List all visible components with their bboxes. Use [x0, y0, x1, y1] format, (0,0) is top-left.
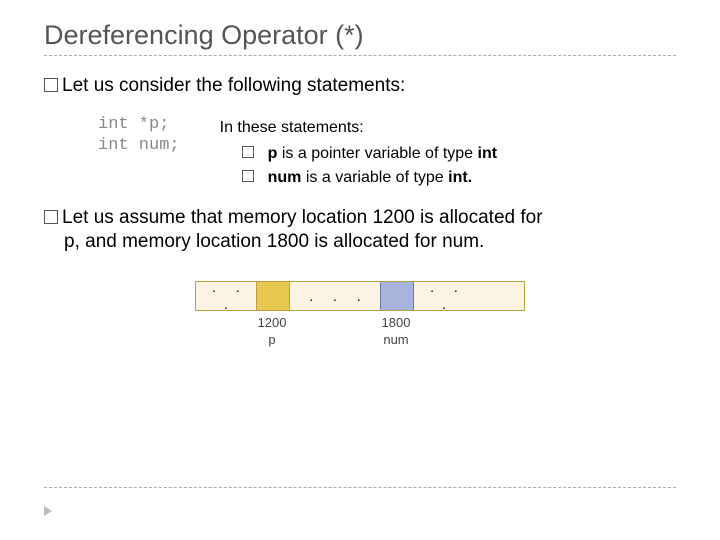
code-and-explain-row: int *p; int num; In these statements: p …: [44, 114, 676, 190]
item1-mid: is a pointer variable of type: [277, 145, 477, 162]
mem-cell-num: [380, 282, 414, 310]
bullet-2: Let us assume that memory location 1200 …: [44, 206, 676, 254]
mem-dots-mid: . . .: [290, 282, 380, 310]
bullet-1-prefix: Let: [62, 75, 88, 96]
checkbox-icon: [242, 146, 254, 158]
checkbox-icon: [44, 210, 58, 224]
item2-type: int.: [448, 169, 472, 186]
name-num: num: [379, 332, 413, 348]
code-line-1: int *p;: [98, 115, 169, 134]
in-these-header: In these statements:: [220, 116, 497, 140]
name-p: p: [255, 332, 289, 348]
item2-mid: is a variable of type: [301, 169, 448, 186]
bullet-2-line2: p, and memory location 1800 is allocated…: [64, 230, 676, 254]
bullet-1: Let us consider the following statements…: [44, 74, 676, 98]
in-these-item-2: num is a variable of type int.: [242, 166, 497, 190]
in-these-item-1: p is a pointer variable of type int: [242, 142, 497, 166]
checkbox-icon: [44, 78, 58, 92]
bullet-2-prefix: Let: [62, 207, 88, 228]
slide-body: Let us consider the following statements…: [44, 74, 676, 348]
item1-var: p: [268, 145, 278, 162]
footer-arrow-icon: [44, 506, 52, 516]
mem-cell-p: [256, 282, 290, 310]
in-these-block: In these statements: p is a pointer vari…: [220, 114, 497, 190]
bullet-1-rest: us consider the following statements:: [88, 75, 405, 96]
item2-var: num: [268, 169, 302, 186]
title-underline: [44, 55, 676, 56]
mem-addresses: 1200 1800: [195, 315, 525, 331]
mem-dots-right: . . .: [414, 282, 474, 310]
memory-strip: . . . . . . . . .: [195, 281, 525, 311]
slide-title: Dereferencing Operator (*): [44, 20, 676, 51]
addr-num: 1800: [379, 315, 413, 331]
item1-type: int: [478, 145, 498, 162]
code-line-2: int num;: [98, 136, 180, 155]
mem-dots-left: . . .: [196, 282, 256, 310]
bullet-2-line1: us assume that memory location 1200 is a…: [88, 207, 542, 228]
checkbox-icon: [242, 170, 254, 182]
addr-p: 1200: [255, 315, 289, 331]
footer-rule: [44, 487, 676, 488]
code-snippet: int *p; int num;: [44, 114, 220, 157]
memory-diagram: . . . . . . . . . 1200 1800 p num: [195, 281, 525, 348]
mem-names: p num: [195, 332, 525, 348]
